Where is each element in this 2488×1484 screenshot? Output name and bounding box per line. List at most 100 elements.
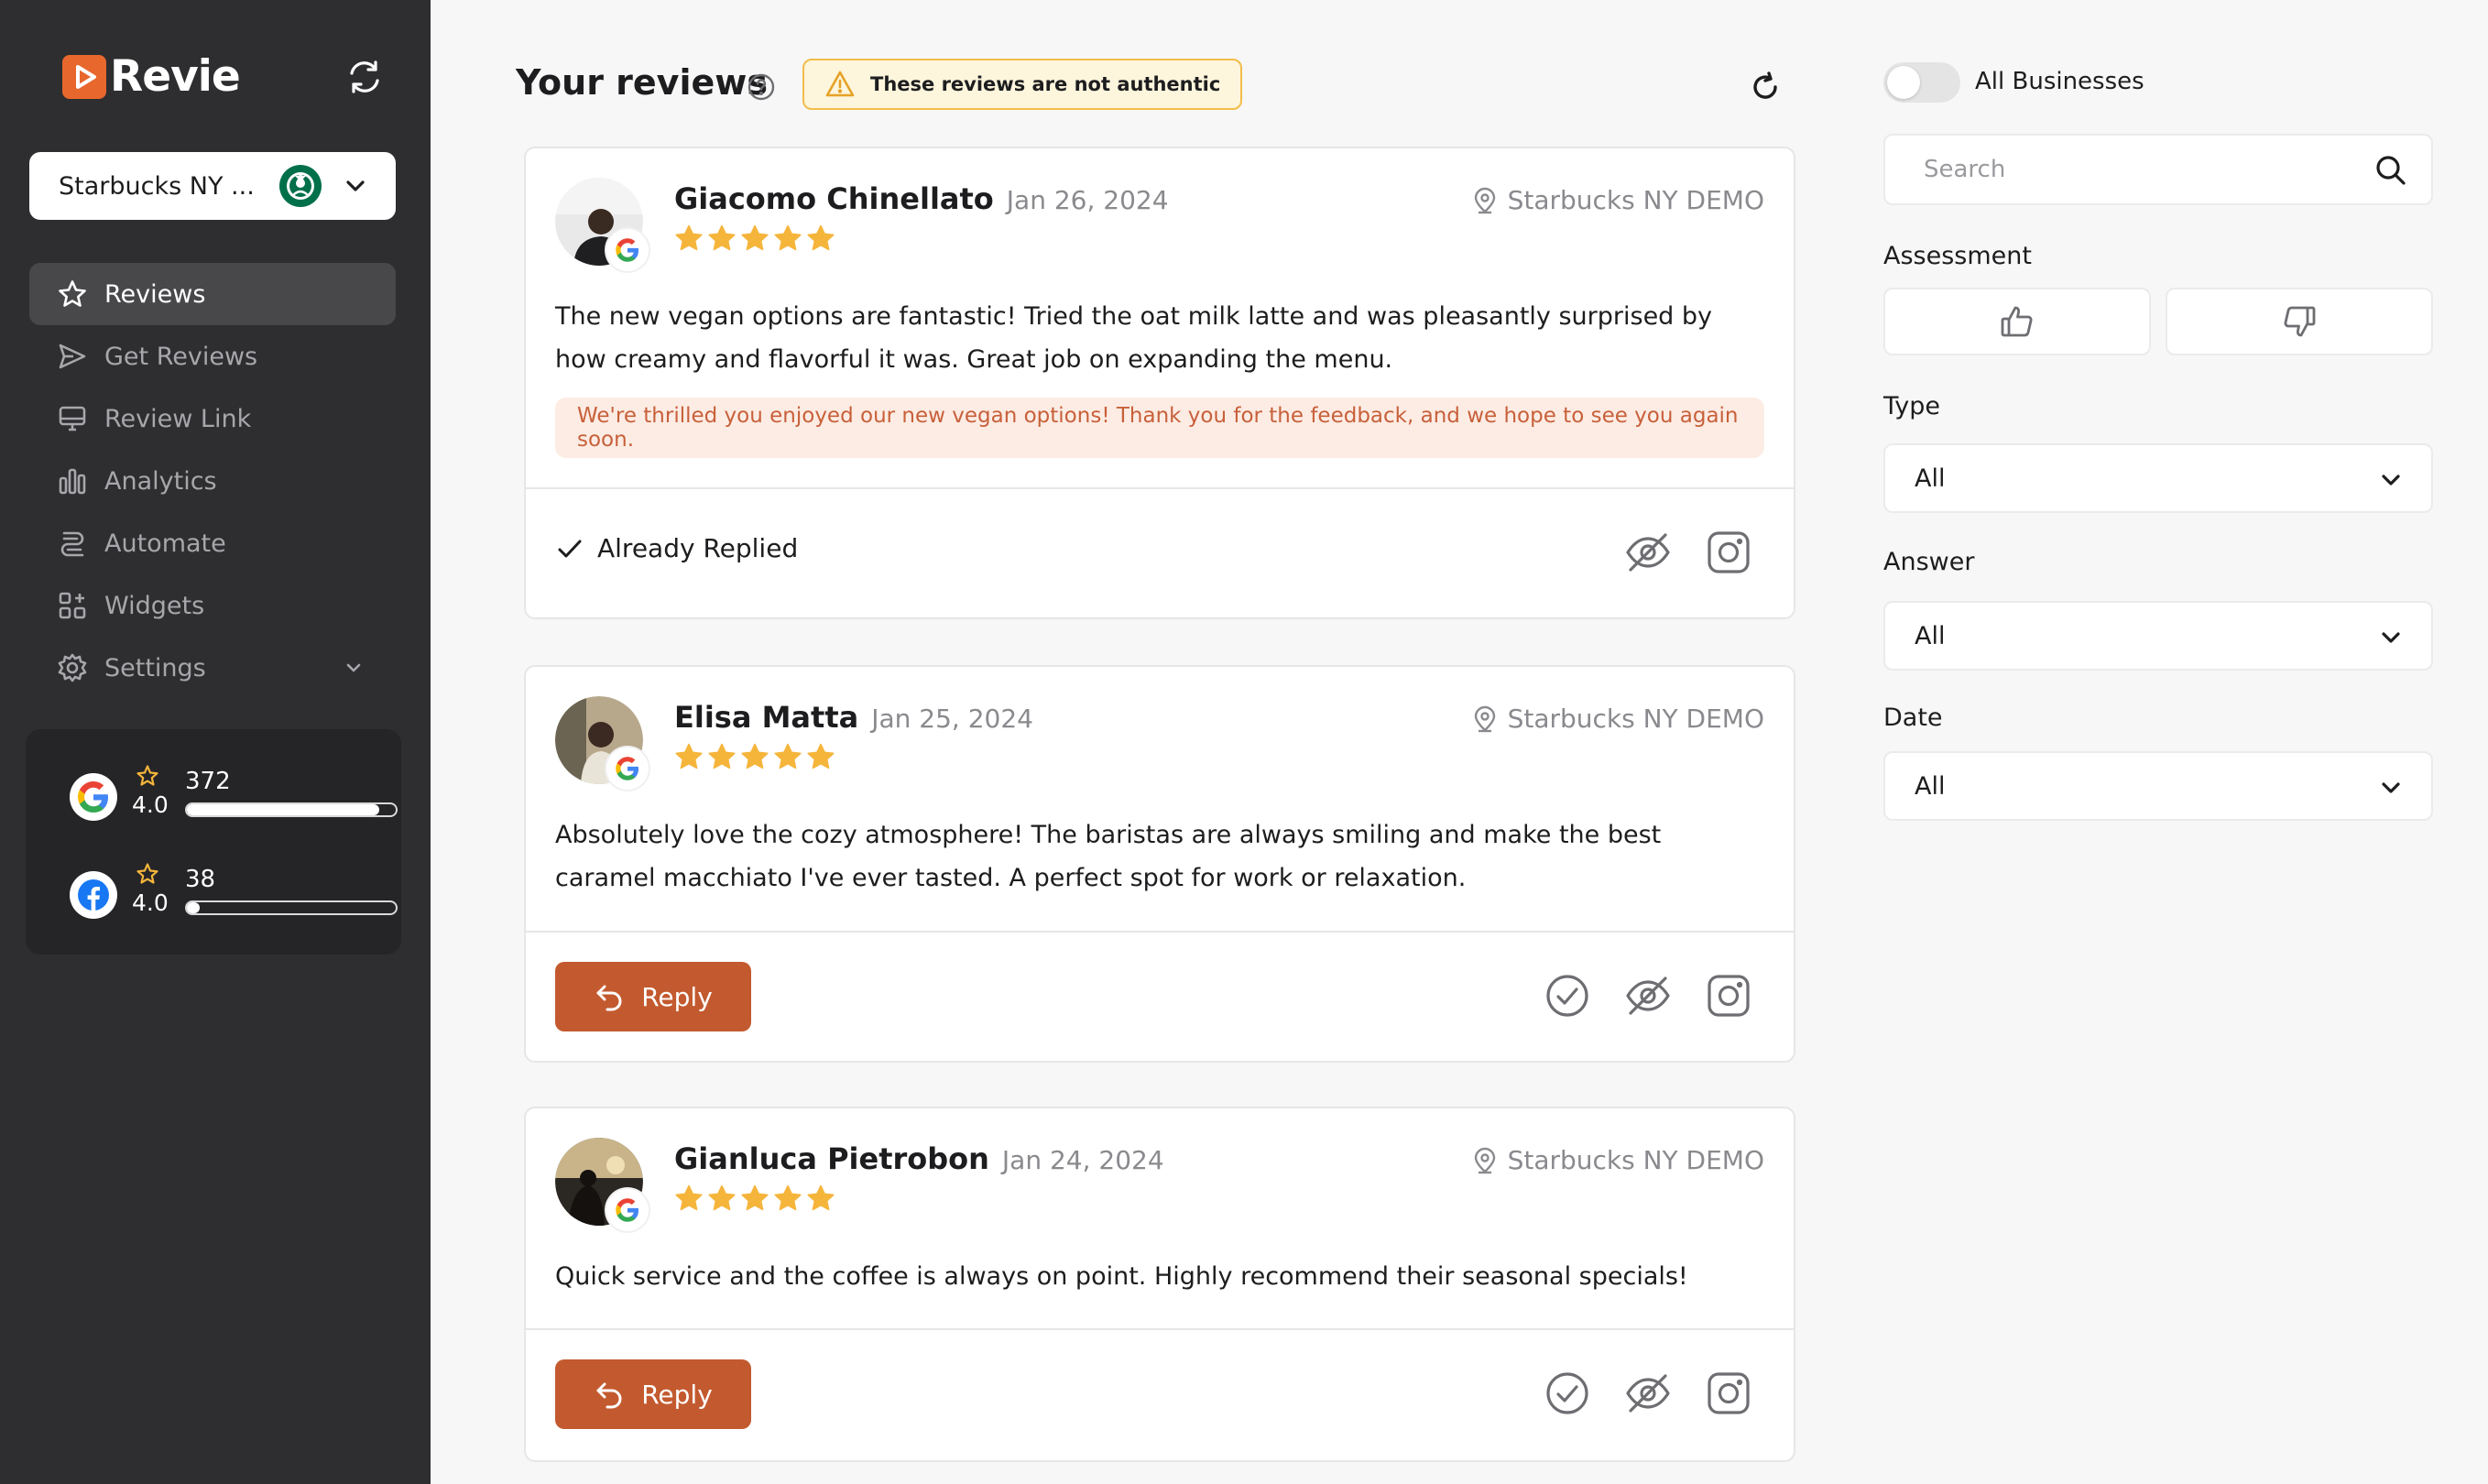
star-filled-icon: [708, 743, 736, 769]
star-outline-icon: [136, 863, 158, 884]
instagram-icon[interactable]: [1704, 1369, 1753, 1418]
author-name: Elisa Matta: [674, 700, 859, 735]
star-rating: [674, 1184, 839, 1213]
search-input[interactable]: [1885, 136, 2362, 203]
review-text: Absolutely love the cozy atmosphere! The…: [555, 821, 1662, 892]
approve-check-icon[interactable]: [1543, 971, 1592, 1020]
status-text: Already Replied: [597, 533, 799, 563]
nav-label: Automate: [104, 529, 226, 558]
starbucks-logo-icon: [279, 165, 322, 207]
card-divider: [526, 487, 1794, 489]
answer-label: Answer: [1883, 548, 1975, 576]
nav-item-reviews[interactable]: Reviews: [29, 263, 396, 325]
google-rating: 4.0: [132, 791, 169, 818]
review-author: Elisa Matta Jan 25, 2024: [674, 700, 1033, 735]
nav-item-settings[interactable]: Settings: [29, 637, 396, 699]
google-review-count: 372: [185, 768, 231, 795]
refresh-icon[interactable]: [1748, 70, 1783, 104]
review-date: Jan 25, 2024: [871, 704, 1033, 734]
sidebar-nav: Reviews Get Reviews Review Link Analytic…: [29, 263, 396, 699]
star-rating: [674, 224, 839, 253]
widgets-icon: [59, 592, 86, 619]
star-filled-icon: [675, 743, 703, 769]
already-replied-status: Already Replied: [555, 533, 798, 563]
google-badge-icon: [606, 229, 649, 271]
review-card: Giacomo Chinellato Jan 26, 2024 Starbucks…: [524, 147, 1795, 619]
reply-label: Reply: [641, 981, 713, 1012]
nav-item-widgets[interactable]: Widgets: [29, 574, 396, 637]
instagram-icon[interactable]: [1704, 971, 1753, 1020]
authenticity-alert-badge: These reviews are not authentic: [802, 59, 1243, 110]
card-divider: [526, 931, 1794, 933]
chevron-down-icon: [2382, 782, 2400, 793]
review-location: Starbucks NY DEMO: [1471, 185, 1764, 215]
nav-item-analytics[interactable]: Analytics: [29, 450, 396, 512]
nav-item-get-reviews[interactable]: Get Reviews: [29, 325, 396, 387]
rating-stats-panel: 4.0 372 4.0 38: [26, 729, 401, 955]
search-icon[interactable]: [2374, 154, 2407, 187]
date-select[interactable]: All: [1883, 751, 2433, 821]
location-pin-icon: [1474, 1147, 1495, 1173]
thumbs-up-icon: [2001, 306, 2033, 337]
play-icon: [62, 54, 106, 99]
nav-label: Settings: [104, 653, 206, 682]
location-name: Starbucks NY DEMO: [1507, 1145, 1764, 1175]
hide-icon[interactable]: [1623, 528, 1673, 577]
app-logo[interactable]: Revie: [62, 51, 241, 102]
review-card: Elisa Matta Jan 25, 2024 Starbucks NY DEM…: [524, 665, 1795, 1063]
thumbs-down-button[interactable]: [2166, 288, 2433, 355]
review-card: Gianluca Pietrobon Jan 24, 2024 Starbucks…: [524, 1107, 1795, 1462]
nav-item-review-link[interactable]: Review Link: [29, 387, 396, 450]
google-stat: 4.0 372: [44, 765, 398, 824]
sync-icon[interactable]: [344, 57, 385, 97]
star-filled-icon: [807, 224, 835, 251]
nav-label: Widgets: [104, 591, 205, 620]
business-name: Starbucks NY ...: [59, 171, 255, 201]
answer-select[interactable]: All: [1883, 601, 2433, 671]
review-text: The new vegan options are fantastic! Tri…: [555, 302, 1713, 374]
type-value: All: [1915, 464, 1946, 493]
automate-icon: [60, 531, 84, 557]
help-icon[interactable]: [747, 72, 776, 102]
instagram-icon[interactable]: [1704, 528, 1753, 577]
reply-button[interactable]: Reply: [555, 1359, 751, 1429]
author-name: Gianluca Pietrobon: [674, 1141, 989, 1176]
review-author: Giacomo Chinellato Jan 26, 2024: [674, 181, 1169, 216]
thumbs-down-icon: [2284, 306, 2316, 337]
author-name: Giacomo Chinellato: [674, 181, 994, 216]
hide-icon[interactable]: [1623, 971, 1673, 1020]
facebook-stat: 4.0 38: [44, 863, 398, 922]
reply-button[interactable]: Reply: [555, 962, 751, 1031]
hide-icon[interactable]: [1623, 1369, 1673, 1418]
warning-icon: [825, 71, 855, 97]
nav-label: Review Link: [104, 404, 252, 433]
chevron-down-icon: [346, 180, 365, 191]
thumbs-up-button[interactable]: [1883, 288, 2151, 355]
star-filled-icon: [708, 224, 736, 251]
reply-icon: [596, 985, 622, 1011]
approve-check-icon[interactable]: [1543, 1369, 1592, 1418]
nav-item-automate[interactable]: Automate: [29, 512, 396, 574]
nav-label: Get Reviews: [104, 342, 258, 371]
star-filled-icon: [807, 1184, 835, 1211]
alert-text: These reviews are not authentic: [870, 73, 1221, 95]
review-date: Jan 24, 2024: [1001, 1145, 1164, 1175]
all-businesses-toggle[interactable]: [1883, 62, 1960, 103]
type-select[interactable]: All: [1883, 443, 2433, 513]
type-label: Type: [1883, 392, 1941, 420]
date-value: All: [1915, 771, 1946, 801]
review-location: Starbucks NY DEMO: [1471, 1145, 1764, 1175]
send-icon: [59, 344, 86, 369]
review-text: Quick service and the coffee is always o…: [555, 1262, 1688, 1291]
google-icon: [70, 773, 117, 821]
business-selector[interactable]: Starbucks NY ...: [29, 152, 396, 220]
facebook-review-count: 38: [185, 866, 216, 893]
gear-icon: [58, 653, 87, 682]
review-date: Jan 26, 2024: [1006, 185, 1169, 215]
star-filled-icon: [675, 1184, 703, 1211]
star-outline-icon: [136, 765, 158, 786]
google-badge-icon: [606, 747, 649, 790]
chevron-down-icon: [2382, 475, 2400, 486]
search-field: [1883, 134, 2433, 205]
star-filled-icon: [774, 1184, 802, 1211]
